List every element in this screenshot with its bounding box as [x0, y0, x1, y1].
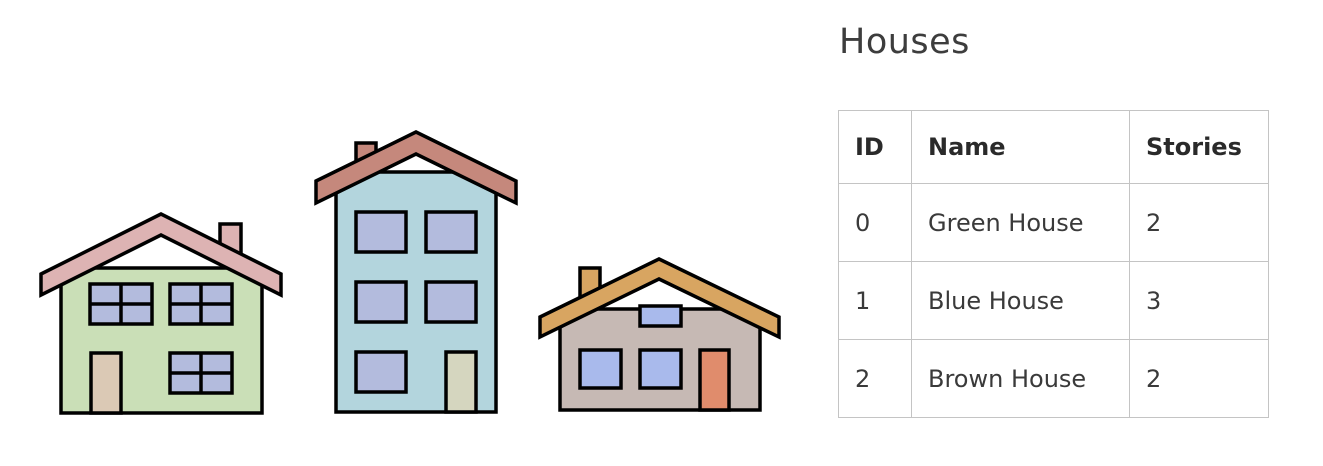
houses-illustration: [39, 130, 781, 415]
brown-house: [538, 257, 781, 412]
cell-id: 2: [838, 339, 912, 418]
cell-id: 1: [838, 261, 912, 340]
green-house: [39, 212, 283, 415]
brown-house-door: [698, 348, 731, 412]
blue-house-window: [354, 350, 408, 394]
page-title: Houses: [839, 22, 970, 62]
table-row[interactable]: 0 Green House 2: [838, 183, 1269, 262]
table-row[interactable]: 1 Blue House 3: [838, 261, 1269, 340]
brown-house-window: [578, 348, 623, 390]
cell-stories: 2: [1129, 339, 1269, 418]
green-house-window: [168, 351, 234, 395]
green-house-window: [88, 282, 154, 326]
table-header-row: ID Name Stories: [838, 110, 1269, 184]
table-row[interactable]: 2 Brown House 2: [838, 339, 1269, 418]
green-house-door: [89, 351, 123, 415]
cell-name: Brown House: [911, 339, 1130, 418]
blue-house: [314, 130, 518, 414]
column-header-id[interactable]: ID: [838, 110, 912, 184]
column-header-stories[interactable]: Stories: [1129, 110, 1269, 184]
green-house-window: [168, 282, 234, 326]
cell-id: 0: [838, 183, 912, 262]
blue-house-window: [424, 280, 478, 324]
houses-table: ID Name Stories 0 Green House 2 1 Blue H…: [838, 110, 1269, 418]
blue-house-window: [354, 210, 408, 254]
blue-house-window: [424, 210, 478, 254]
blue-house-window: [354, 280, 408, 324]
cell-stories: 3: [1129, 261, 1269, 340]
blue-house-door: [444, 350, 478, 414]
column-header-name[interactable]: Name: [911, 110, 1130, 184]
brown-house-window: [638, 348, 683, 390]
cell-stories: 2: [1129, 183, 1269, 262]
cell-name: Green House: [911, 183, 1130, 262]
brown-house-window: [638, 304, 683, 328]
cell-name: Blue House: [911, 261, 1130, 340]
